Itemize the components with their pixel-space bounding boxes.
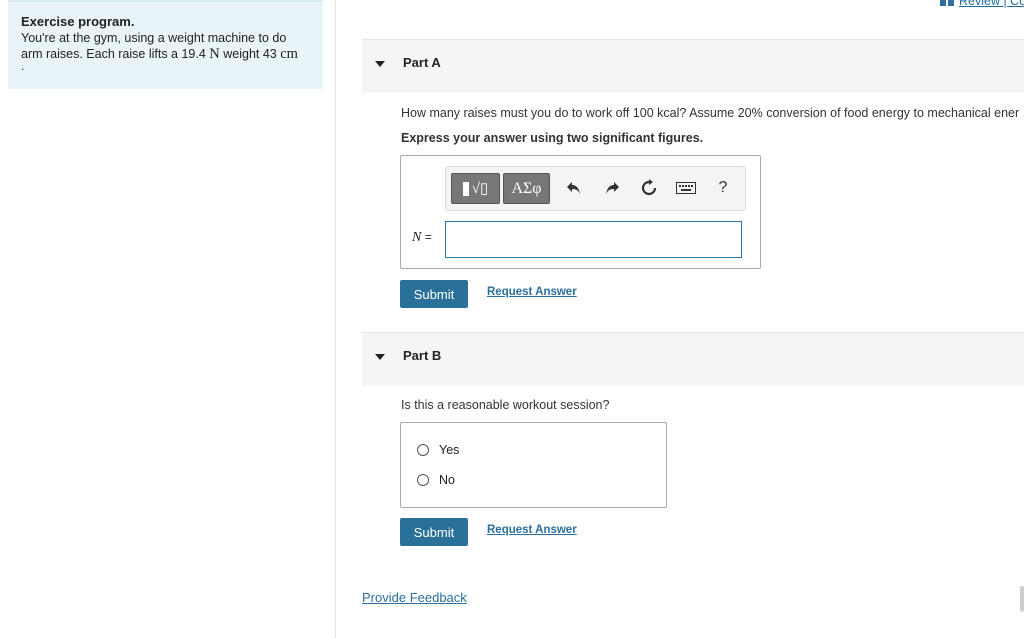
- provide-feedback-link[interactable]: Provide Feedback: [362, 590, 467, 605]
- redo-icon[interactable]: [600, 176, 624, 200]
- collapse-caret-icon[interactable]: [375, 61, 385, 67]
- problem-line-1: You're at the gym, using a weight machin…: [21, 31, 287, 45]
- part-b-label: Part B: [403, 348, 442, 363]
- unit-cm: cm: [280, 45, 298, 62]
- templates-button[interactable]: √▯: [451, 173, 500, 204]
- unit-newton: N: [209, 45, 220, 62]
- part-a-label: Part A: [403, 55, 441, 70]
- template-box-icon: [462, 181, 469, 196]
- math-toolbar: √▯ ΑΣφ ?: [445, 166, 746, 211]
- option-yes-label: Yes: [439, 443, 460, 457]
- problem-statement: Exercise program. You're at the gym, usi…: [8, 0, 323, 89]
- review-constants-link[interactable]: Review | Co: [959, 0, 1024, 8]
- column-divider: [335, 0, 336, 638]
- radio-no[interactable]: [417, 474, 429, 486]
- answer-input[interactable]: [445, 221, 742, 258]
- option-yes[interactable]: Yes: [417, 443, 459, 457]
- help-icon[interactable]: ?: [711, 176, 735, 200]
- undo-icon[interactable]: [562, 176, 586, 200]
- book-icon: [940, 0, 954, 7]
- part-a-instruction: Express your answer using two significan…: [401, 131, 704, 145]
- problem-text: You're at the gym, using a weight machin…: [21, 31, 310, 72]
- part-a-request-answer-link[interactable]: Request Answer: [487, 286, 577, 298]
- equals-sign: =: [424, 230, 432, 244]
- greek-symbols-button[interactable]: ΑΣφ: [503, 173, 550, 204]
- radio-yes[interactable]: [417, 444, 429, 456]
- part-a-header[interactable]: Part A: [362, 39, 1024, 93]
- problem-line-2-mid: weight 43: [223, 46, 277, 61]
- option-no[interactable]: No: [417, 473, 455, 487]
- keyboard-icon[interactable]: [674, 176, 698, 200]
- review-link-area[interactable]: Review | Co: [940, 0, 1024, 8]
- part-b-submit-button[interactable]: Submit: [400, 518, 468, 546]
- problem-line-2-prefix: arm raises. Each raise lifts a 19.4: [21, 46, 206, 61]
- collapse-caret-icon[interactable]: [375, 354, 385, 360]
- part-b-request-answer-link[interactable]: Request Answer: [487, 524, 577, 536]
- answer-variable: N: [412, 230, 422, 245]
- problem-title: Exercise program.: [21, 14, 135, 29]
- reset-icon[interactable]: [637, 176, 661, 200]
- scrollbar-edge[interactable]: [1020, 586, 1024, 612]
- part-a-question: How many raises must you do to work off …: [401, 106, 1020, 120]
- part-b-header[interactable]: Part B: [362, 332, 1024, 386]
- part-b-question: Is this a reasonable workout session?: [401, 398, 610, 412]
- templates-label: √▯: [471, 181, 489, 197]
- problem-line-2: arm raises. Each raise lifts a 19.4 N we…: [21, 45, 310, 63]
- answer-variable-label: N =: [412, 230, 432, 246]
- option-no-label: No: [439, 473, 455, 487]
- part-a-submit-button[interactable]: Submit: [400, 280, 468, 308]
- choice-group: [400, 422, 667, 508]
